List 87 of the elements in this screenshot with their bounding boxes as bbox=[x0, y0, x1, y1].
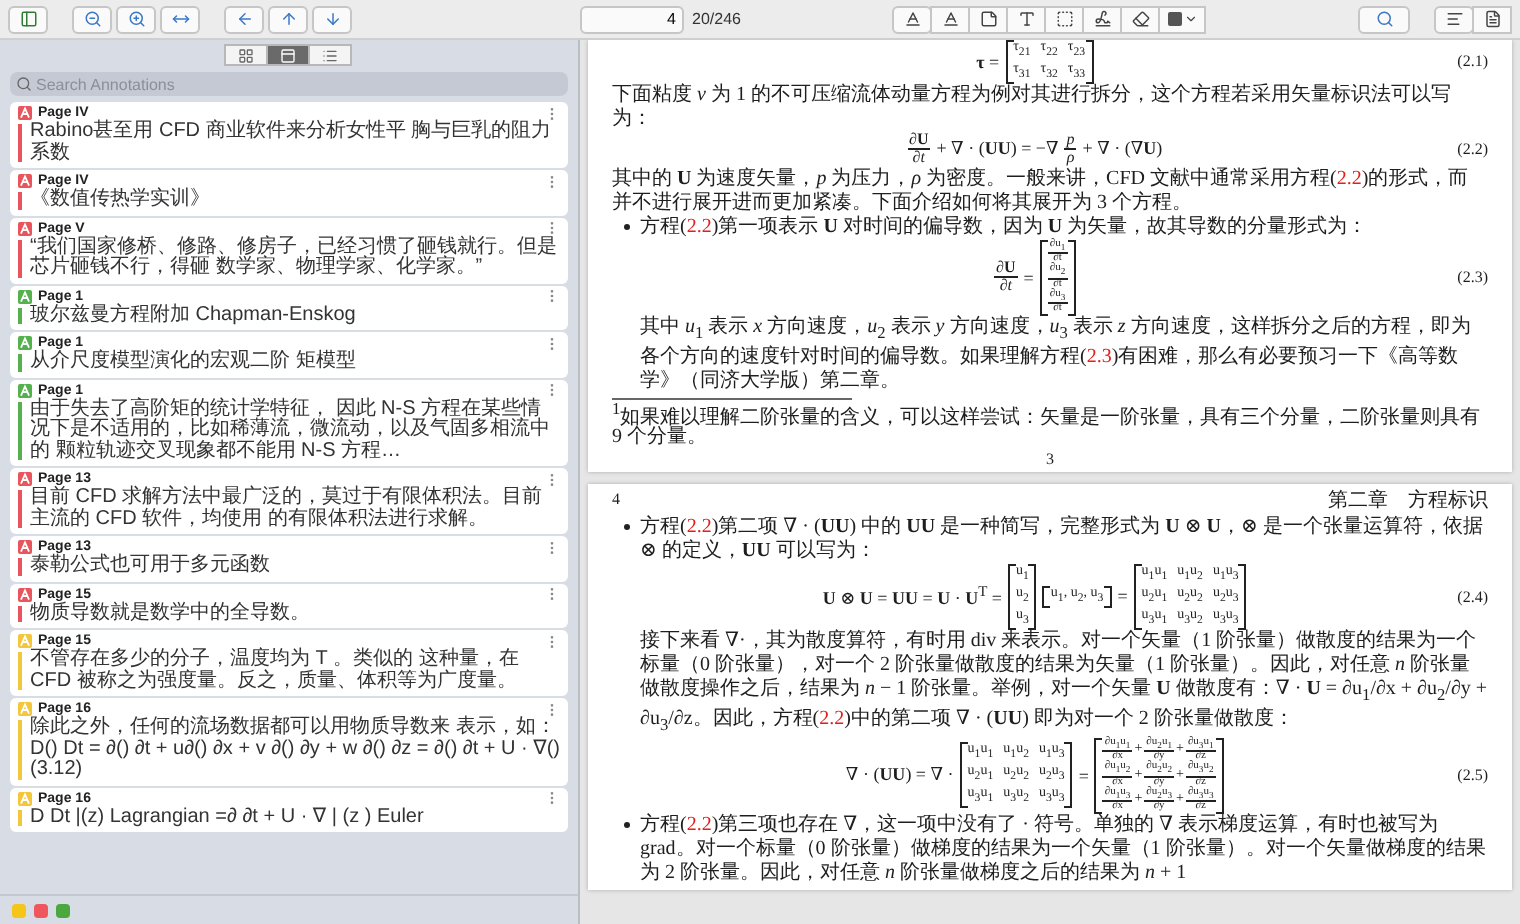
underline-text-icon bbox=[941, 10, 960, 28]
square-icon bbox=[1167, 12, 1182, 26]
page-view-button[interactable] bbox=[1472, 5, 1512, 33]
chapter-title: 第二章 方程标识 bbox=[1328, 489, 1488, 514]
footnote: $^{1}$如果难以理解二阶张量的含义，可以这样尝试：矢量是一阶张量，具有三个分量，二阶张量则具有 9 个分量。 bbox=[612, 399, 1483, 450]
page-number: 3 bbox=[1044, 449, 1056, 468]
view-tab[interactable] bbox=[266, 44, 310, 66]
freehand-button[interactable] bbox=[1082, 5, 1123, 33]
annotation-text: 物质导数就是数学中的全导数。 bbox=[30, 603, 310, 624]
annotations-view-icon bbox=[280, 47, 296, 63]
box-select-button[interactable] bbox=[1044, 5, 1085, 33]
zoom-in-button[interactable] bbox=[116, 5, 156, 33]
page-number-field[interactable]: 4 bbox=[580, 5, 684, 33]
equation-number: (2.1) bbox=[1457, 52, 1488, 71]
text-button[interactable] bbox=[1006, 5, 1047, 33]
bullet-paragraph: 方程(2.2)第一项表示 U 对时间的偏导数，因为 U 为矢量，故其导数的分量形式为： bbox=[640, 215, 1370, 238]
annotation-text: 玻尔兹曼方程附加 Chapman-Enskog bbox=[30, 305, 356, 326]
fit-width-button[interactable] bbox=[160, 5, 200, 33]
box-select-icon bbox=[1055, 10, 1074, 28]
annotation-text: 泰勒公式也可用于多元函数 bbox=[30, 556, 270, 577]
bullet-icon bbox=[624, 223, 630, 230]
eraser-button[interactable] bbox=[1120, 5, 1161, 33]
annotation-text: Rabino甚至用 CFD 商业软件来分析女性平 胸与巨乳的阻力系数 bbox=[30, 122, 554, 164]
annotation-text: 除此之外，任何的流场数据都可以用物质导数来 表示，如： D() Dt = ∂() ∂t + u∂() ∂x + v ∂() ∂y + w ∂() ∂z = ∂() ∂t + U · ∇() (3.12) bbox=[30, 718, 560, 781]
annotation-text: “我们国家修桥、修路、修房子，已经习惯了砸钱就行。但是芯片砸钱不行，得砸 数学家、物理学家、化学家。” bbox=[30, 237, 559, 279]
bullet-paragraph: 方程(2.2)第三项也存在 ∇，这一项中没有了 · 符号。单独的 ∇ 表示梯度运算，有时也被写为 grad。对一个标量（0 阶张量）做梯度的结果为一个矢量（1 阶张量）。对一个矢量做梯度的结果为 2 阶张量。因此，对任意 n 阶张量做梯度之后的结果为 n + 1 bbox=[640, 813, 1488, 885]
next-page-icon bbox=[323, 10, 341, 28]
outline-view-icon bbox=[322, 47, 338, 63]
color-filter-button[interactable] bbox=[56, 903, 70, 917]
previous-page-button[interactable] bbox=[268, 5, 308, 33]
equation-link[interactable]: 2.2 bbox=[1336, 167, 1362, 190]
search-field[interactable]: Search Annotations bbox=[10, 72, 568, 96]
zoom-out-button[interactable] bbox=[72, 5, 112, 33]
fit-width-icon bbox=[171, 10, 189, 28]
annotation-text: 由于失去了高阶矩的统计学特征， 因此 N-S 方程在某些情况下是不适用的，比如稀薄流，微流动，以及气固多相流中的 颗粒轨迹交叉现象都不能用 N-S 方程… bbox=[30, 399, 552, 462]
equation-number: (2.2) bbox=[1457, 140, 1488, 159]
bullet-paragraph: 方程(2.2)第二项 ∇ · (UU) 中的 UU 是一种简写，完整形式为 U ⊗ U，⊗ 是一个张量运算符，依据 ⊗ 的定义，UU 可以写为： bbox=[640, 515, 1485, 564]
note-button[interactable] bbox=[968, 5, 1009, 33]
paragraph: 下面粘度 ν 为 1 的不可压缩流体动量方程为例对其进行拆分，这个方程若采用矢量标识法可以写为： bbox=[612, 83, 1453, 132]
freehand-icon bbox=[1093, 10, 1112, 28]
page-count: 20/246 bbox=[692, 10, 741, 28]
paragraph: 接下来看 ∇·，其为散度算符，有时用 div 来表示。对一个矢量（1 阶张量）做散度的结果为一个标量（0 阶张量），对一个 2 阶张量做散度的结果为矢量（1 阶张量）。因此，对任意 n 阶张量做散度操作之后，结果为 n − 1 阶张量。举例，对一个矢量 U 做散度有：∇ · U = ∂u$_{1}$/∂x + ∂u$_{2}$/∂y + ∂u$_{3}$/∂z。因此，方程(2.2)中的第二项 ∇ · (UU) 即为对一个 2 阶张量做散度： bbox=[638, 629, 1488, 736]
next-page-button[interactable] bbox=[312, 5, 352, 33]
view-tab[interactable] bbox=[224, 44, 268, 66]
page-view-icon bbox=[1483, 10, 1501, 28]
equation-link[interactable]: 2.2 bbox=[686, 215, 712, 238]
sidebar-toggle-icon bbox=[19, 10, 37, 28]
eraser-icon bbox=[1131, 10, 1150, 28]
annotation-text: 《数值传热学实训》 bbox=[30, 190, 210, 211]
text-view-icon bbox=[1445, 10, 1463, 28]
search-button[interactable] bbox=[1358, 5, 1410, 33]
zoom-out-icon bbox=[83, 10, 101, 28]
page-header-number: 4 bbox=[612, 489, 620, 512]
equation-number: (2.5) bbox=[1457, 766, 1488, 785]
note-icon bbox=[979, 10, 998, 28]
text-view-button[interactable] bbox=[1434, 5, 1474, 33]
underline-text-button[interactable] bbox=[930, 5, 971, 33]
equation-link[interactable]: 2.2 bbox=[686, 813, 712, 835]
equation-link[interactable]: 2.2 bbox=[686, 515, 712, 538]
caret-icon bbox=[1183, 12, 1198, 26]
annotation-text: 从介尺度模型演化的宏观二阶 矩模型 bbox=[30, 352, 356, 373]
back-icon bbox=[235, 10, 253, 28]
equation-number: (2.4) bbox=[1457, 587, 1488, 606]
color-filter-button[interactable] bbox=[12, 903, 26, 917]
view-tab[interactable] bbox=[308, 44, 352, 66]
sidebar-toggle-button[interactable] bbox=[8, 5, 48, 33]
color-dropdown-button[interactable] bbox=[1158, 5, 1207, 33]
text-icon bbox=[1017, 10, 1036, 28]
equation-link[interactable]: 2.2 bbox=[819, 707, 845, 730]
annotation-text: 不管存在多少的分子，温度均为 T 。类似的 这种量，在 CFD 被称之为强度量。反之，质量、体积等为广度量。 bbox=[30, 650, 521, 692]
paragraph: 其中的 U 为速度矢量，p 为压力，ρ 为密度。一般来讲，CFD 文献中通常采用方程(2.2)的形式，而并不进行展开进而更加紧凑。下面介绍如何将其展开为 3 个方程。 bbox=[612, 167, 1471, 215]
bullet-icon bbox=[624, 821, 630, 827]
previous-page-icon bbox=[279, 10, 297, 28]
annotation-text: 目前 CFD 求解方法中最广泛的，莫过于有限体积法。目前主流的 CFD 软件，均使用 的有限体积法进行求解。 bbox=[30, 488, 545, 530]
bullet-icon bbox=[624, 523, 630, 530]
paragraph: 其中 u$_{1}$ 表示 x 方向速度，u$_{2}$ 表示 y 方向速度，u$_{3}$ 表示 z 方向速度，这样拆分之后的方程，即为各个方向的速度针对时间的偏导数。如果理解方程(2.3)有困难，那么有必要预习一下《高等数学》（同济大学版）第二章。 bbox=[638, 315, 1473, 394]
annotation-text: D Dt |(z) Lagrangian =∂ ∂t + U · ∇ | (z ) Euler bbox=[30, 807, 424, 828]
color-filter-button[interactable] bbox=[34, 903, 48, 917]
search-icon bbox=[16, 76, 32, 92]
equation-number: (2.3) bbox=[1457, 268, 1488, 287]
equation-link[interactable]: 2.3 bbox=[1086, 345, 1112, 368]
search-icon bbox=[1375, 10, 1393, 28]
highlight-text-icon bbox=[903, 10, 922, 28]
zoom-in-icon bbox=[127, 10, 145, 28]
thumbnails-view-icon bbox=[238, 47, 254, 63]
back-button[interactable] bbox=[224, 5, 264, 33]
highlight-text-button[interactable] bbox=[892, 5, 933, 33]
